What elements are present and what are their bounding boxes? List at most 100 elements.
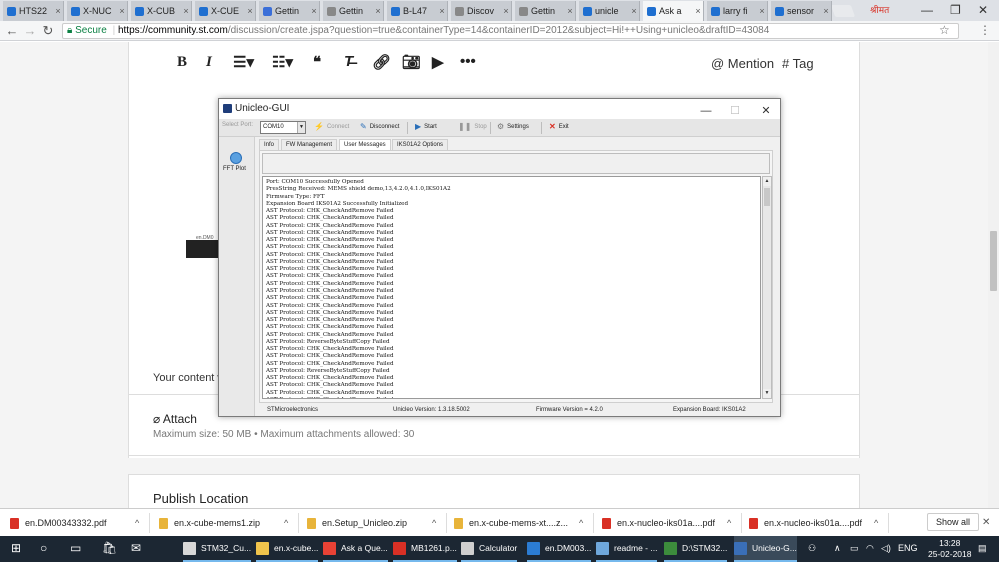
browser-tab[interactable]: X-CUB × — [131, 1, 192, 21]
attach-link[interactable]: ⌀ Attach — [153, 412, 197, 426]
port-select[interactable]: COM10 ▼ — [260, 121, 306, 134]
clock[interactable]: 13:28 25-02-2018 — [928, 538, 971, 560]
tab-close-icon[interactable]: × — [757, 6, 767, 16]
settings-button[interactable]: ⚙ Settings — [497, 122, 529, 131]
browser-tab[interactable]: Gettin × — [323, 1, 384, 21]
tab-close-icon[interactable]: × — [181, 6, 191, 16]
browser-tab[interactable]: X-CUE × — [195, 1, 256, 21]
bookmark-star-icon[interactable]: ☆ — [939, 23, 950, 37]
download-menu-chevron-icon[interactable]: ^ — [432, 518, 446, 528]
tag-button[interactable]: # Tag — [782, 56, 814, 71]
show-all-button[interactable]: Show all — [927, 513, 980, 531]
tab-close-icon[interactable]: × — [437, 6, 447, 16]
browser-tab[interactable]: Discov × — [451, 1, 512, 21]
tab-fw-management[interactable]: FW Management — [281, 139, 338, 150]
download-menu-chevron-icon[interactable]: ^ — [727, 518, 741, 528]
bold-icon[interactable]: B — [177, 54, 187, 71]
tray-chevron-icon[interactable]: ∧ — [834, 543, 841, 554]
mail-icon[interactable]: ✉ — [131, 541, 141, 555]
restore-icon[interactable]: ❐ — [950, 3, 961, 17]
unicleo-maximize-icon[interactable]: ☐ — [727, 101, 743, 121]
browser-tab[interactable]: HTS22 × — [3, 1, 64, 21]
scroll-up-icon[interactable]: ▲ — [763, 177, 771, 186]
user-badge[interactable]: श्रीमत — [870, 3, 889, 16]
start-button[interactable]: ▶ Start — [415, 122, 437, 131]
stop-button[interactable]: ❚❚ Stop — [458, 122, 487, 131]
download-menu-chevron-icon[interactable]: ^ — [874, 518, 888, 528]
store-icon[interactable]: 🛍︎ — [102, 541, 117, 555]
taskbar-app[interactable]: Unicleo-G... — [734, 536, 797, 562]
tab-close-icon[interactable]: × — [501, 6, 511, 16]
people-icon[interactable]: ⚇ — [808, 543, 816, 554]
taskbar-app[interactable]: D:\STM32... — [664, 536, 728, 562]
close-window-icon[interactable]: ✕ — [978, 3, 988, 17]
taskbar-app[interactable]: readme - ... — [596, 536, 658, 562]
camera-icon[interactable]: 📷︎ — [402, 53, 421, 71]
chevron-down-icon[interactable]: ▼ — [297, 122, 305, 133]
tab-close-icon[interactable]: × — [373, 6, 383, 16]
message-log-scrollbar[interactable]: ▲ ▼ — [762, 176, 772, 399]
bullet-list-icon[interactable]: ☰▾ — [233, 53, 254, 71]
taskbar-app[interactable]: en.x-cube... — [256, 536, 319, 562]
tab-close-icon[interactable]: × — [117, 6, 127, 16]
task-view-icon[interactable]: ▭ — [70, 541, 81, 555]
forward-icon[interactable]: → — [22, 23, 38, 38]
tab-close-icon[interactable]: × — [309, 6, 319, 16]
download-item[interactable]: en.x-nucleo-iks01a....pdf ^ — [602, 513, 742, 533]
tab-iks01a2-options[interactable]: IKS01A2 Options — [392, 139, 449, 150]
download-menu-chevron-icon[interactable]: ^ — [579, 518, 593, 528]
tab-close-icon[interactable]: × — [245, 6, 255, 16]
browser-tab[interactable]: unicle × — [579, 1, 640, 21]
downloads-close-icon[interactable]: ✕ — [982, 517, 990, 528]
tab-close-icon[interactable]: × — [693, 6, 703, 16]
search-icon[interactable]: ○ — [40, 541, 47, 555]
disconnect-button[interactable]: ✎ Disconnect — [360, 122, 399, 131]
download-item[interactable]: en.x-nucleo-iks01a....pdf ^ — [749, 513, 889, 533]
volume-icon[interactable]: ◁) — [881, 543, 891, 554]
wifi-icon[interactable]: ◠ — [866, 543, 874, 554]
browser-tab[interactable]: Gettin × — [515, 1, 576, 21]
download-item[interactable]: en.Setup_Unicleo.zip ^ — [307, 513, 447, 533]
mention-button[interactable]: @ Mention — [711, 56, 774, 71]
browser-tab[interactable]: larry fi × — [707, 1, 768, 21]
italic-icon[interactable]: I — [206, 54, 212, 71]
connect-button[interactable]: ⚡ Connect — [314, 122, 349, 131]
scroll-down-icon[interactable]: ▼ — [763, 389, 771, 398]
download-item[interactable]: en.x-cube-mems1.zip ^ — [159, 513, 299, 533]
notifications-icon[interactable]: ▤ — [978, 543, 987, 554]
minimize-icon[interactable]: — — [921, 3, 933, 17]
unicleo-minimize-icon[interactable]: — — [698, 101, 714, 121]
exit-button[interactable]: ✕ Exit — [549, 122, 569, 131]
back-icon[interactable]: ← — [4, 23, 20, 38]
taskbar-app[interactable]: STM32_Cu... — [183, 536, 252, 562]
tab-close-icon[interactable]: × — [629, 6, 639, 16]
chrome-menu-icon[interactable]: ⋮ — [979, 23, 991, 37]
page-scrollbar-thumb[interactable] — [990, 231, 997, 291]
link-icon[interactable]: 🔗︎ — [372, 53, 391, 71]
tab-close-icon[interactable]: × — [565, 6, 575, 16]
new-tab-button[interactable] — [830, 5, 856, 17]
browser-tab[interactable]: Gettin × — [259, 1, 320, 21]
url-field[interactable]: 🔒︎ Secure | https://community.st.com/dis… — [62, 23, 959, 39]
browser-tab[interactable]: sensor × — [771, 1, 832, 21]
unicleo-titlebar[interactable]: Unicleo-GUI — ☐ ✕ — [219, 99, 780, 119]
message-log[interactable]: Port: COM10 Successfully Opened PresStrin… — [262, 176, 761, 399]
video-icon[interactable]: ▶ — [432, 53, 444, 71]
download-item[interactable]: en.x-cube-mems-xt....z... ^ — [454, 513, 594, 533]
browser-tab[interactable]: B-L47 × — [387, 1, 448, 21]
language-indicator[interactable]: ENG — [898, 543, 918, 553]
clear-format-icon[interactable]: T̶ — [344, 53, 353, 70]
windows-start-icon[interactable]: ⊞ — [11, 541, 21, 555]
unicleo-close-icon[interactable]: ✕ — [758, 101, 774, 121]
browser-tab[interactable]: X-NUC × — [67, 1, 128, 21]
taskbar-app[interactable]: Ask a Que... — [323, 536, 388, 562]
tab-info[interactable]: Info — [259, 139, 280, 150]
tab-close-icon[interactable]: × — [821, 6, 831, 16]
numbered-list-icon[interactable]: ☷▾ — [272, 53, 293, 71]
battery-icon[interactable]: ▭ — [850, 543, 859, 554]
quote-icon[interactable]: ❝ — [313, 53, 321, 71]
scroll-thumb[interactable] — [764, 188, 770, 206]
tab-close-icon[interactable]: × — [53, 6, 63, 16]
taskbar-app[interactable]: en.DM003... — [527, 536, 592, 562]
download-menu-chevron-icon[interactable]: ^ — [284, 518, 298, 528]
